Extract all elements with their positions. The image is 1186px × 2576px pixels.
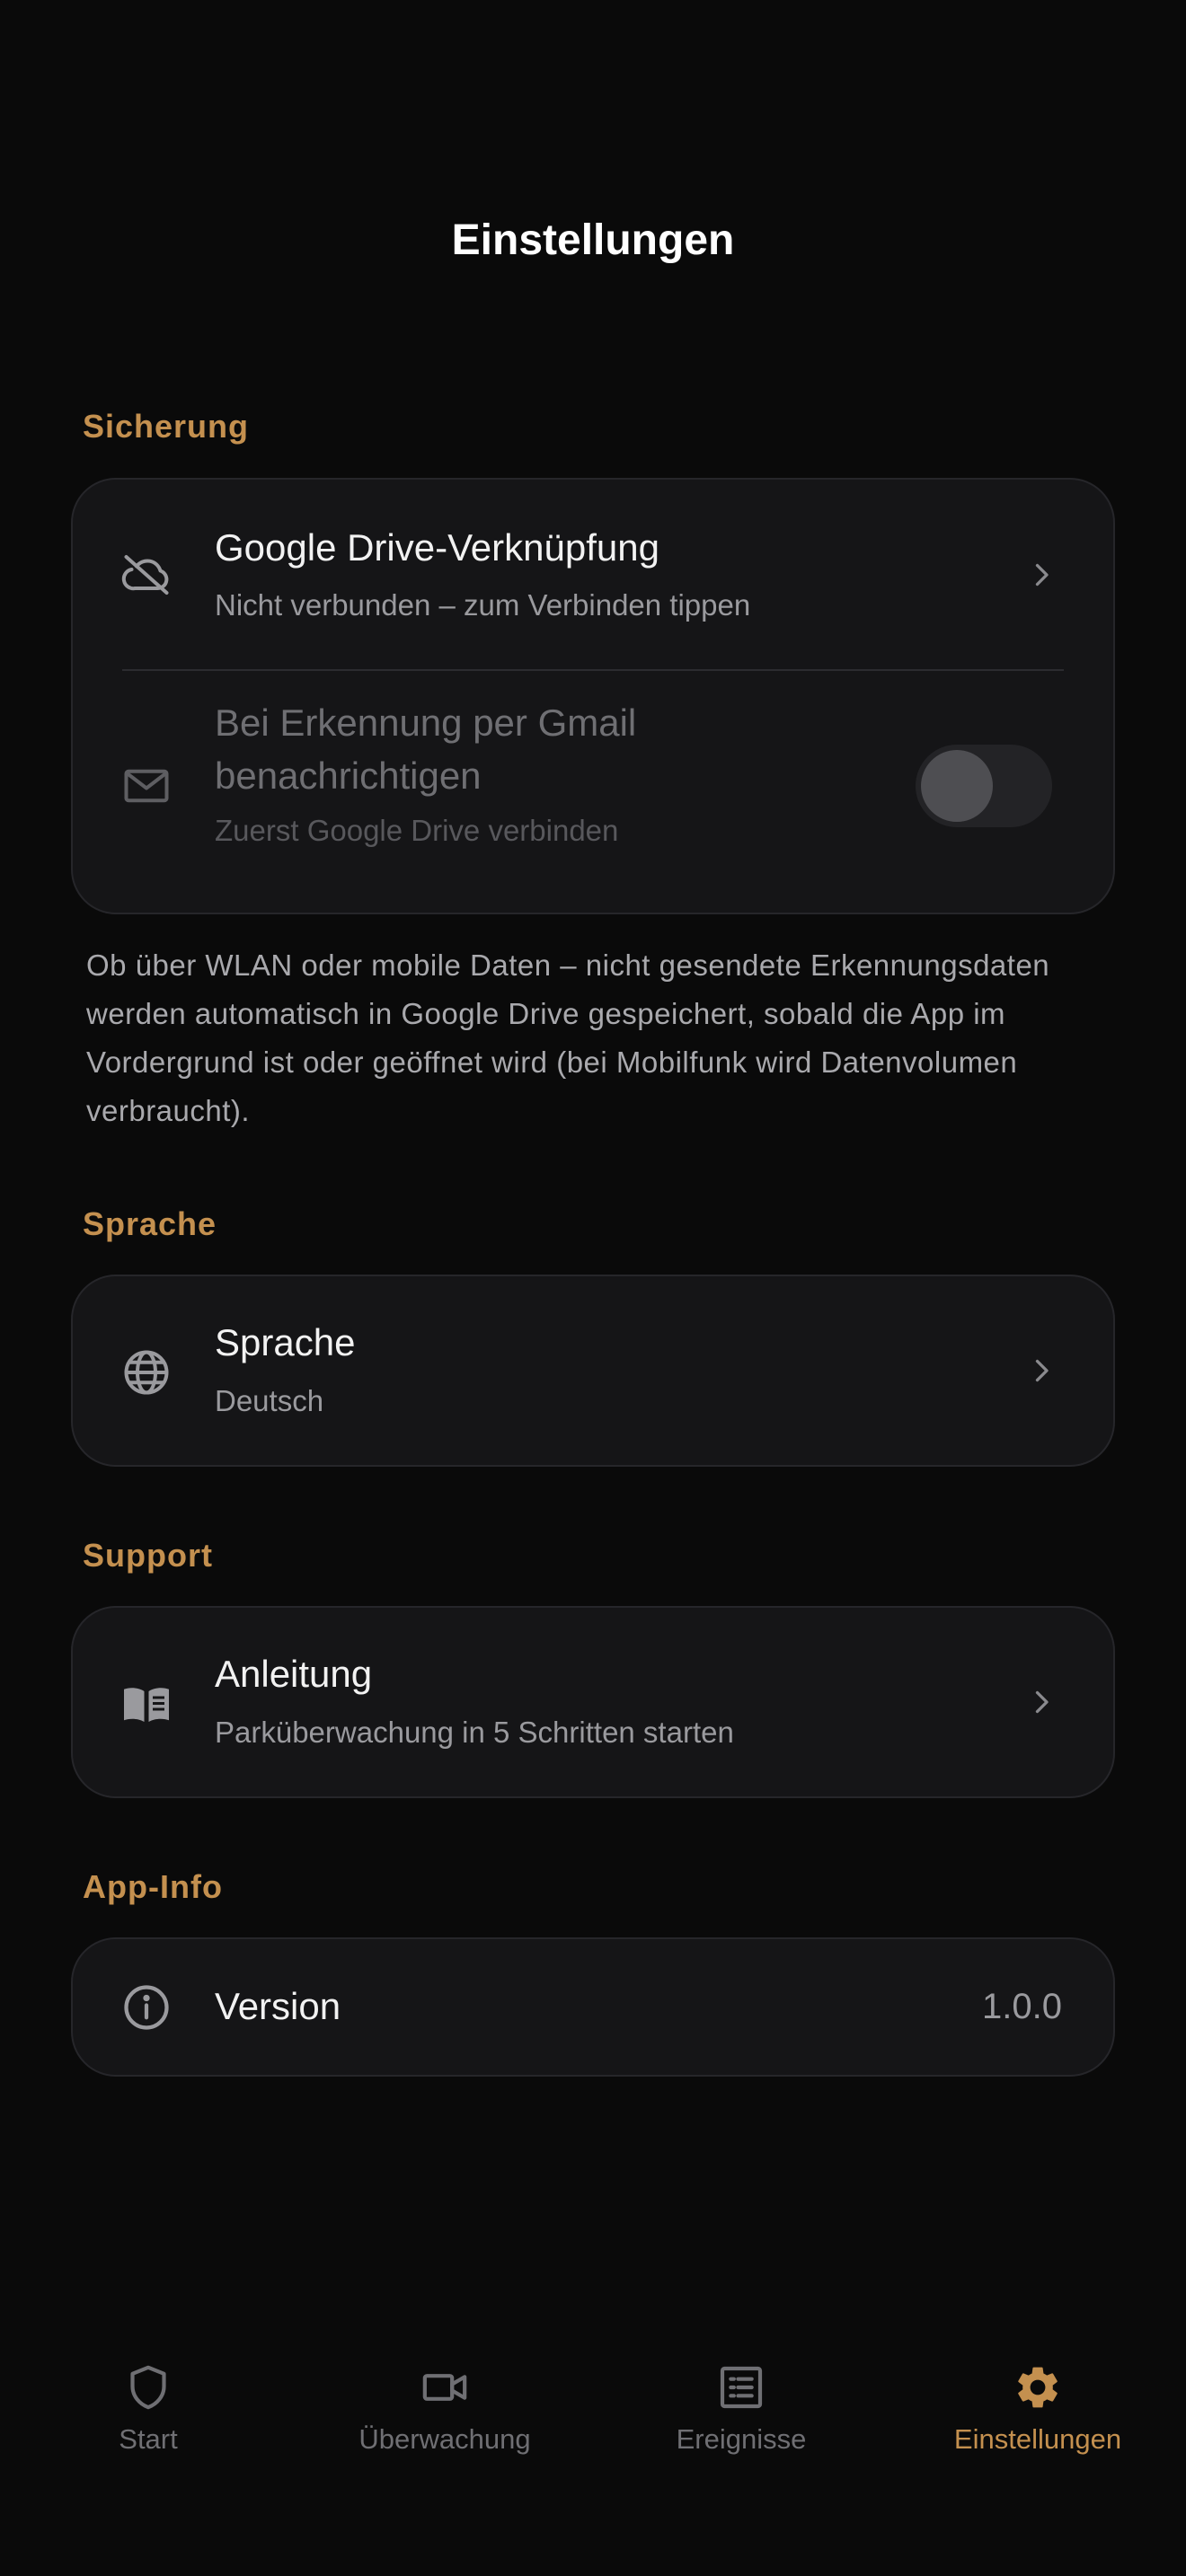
language-value: Deutsch: [215, 1384, 324, 1417]
gmail-notify-toggle[interactable]: [916, 745, 1052, 827]
gmail-notify-title-line1: Bei Erkennung per Gmail: [215, 701, 637, 744]
version-row: Version 1.0.0: [73, 1939, 1113, 2075]
list-icon: [716, 2362, 766, 2413]
tab-surveillance[interactable]: Überwachung: [296, 2335, 593, 2479]
chevron-right-icon: [1025, 559, 1058, 591]
toggle-knob: [921, 750, 993, 822]
mail-icon: [119, 759, 173, 813]
shield-icon: [123, 2362, 173, 2413]
globe-icon: [119, 1345, 173, 1399]
version-label: Version: [215, 1985, 341, 2027]
version-value: 1.0.0: [982, 1987, 1062, 2026]
gmail-notify-row: Bei Erkennung per Gmail benachrichtigen …: [73, 671, 1113, 914]
tab-settings[interactable]: Einstellungen: [890, 2335, 1186, 2479]
section-label-support: Support: [83, 1537, 213, 1574]
tab-start[interactable]: Start: [0, 2335, 296, 2479]
backup-info-text: Ob über WLAN oder mobile Daten – nicht g…: [86, 948, 1050, 1127]
video-camera-icon: [420, 2362, 470, 2413]
page-title: Einstellungen: [451, 216, 735, 264]
gear-icon: [1013, 2362, 1063, 2413]
section-label-backup: Sicherung: [83, 408, 250, 445]
chevron-right-icon: [1025, 1354, 1058, 1387]
language-card: Sprache Deutsch: [71, 1275, 1115, 1467]
language-title: Sprache: [215, 1321, 356, 1363]
google-drive-row[interactable]: Google Drive-Verknüpfung Nicht verbunden…: [73, 480, 1113, 670]
book-icon: [119, 1677, 173, 1731]
tab-label-surveillance: Überwachung: [358, 2423, 531, 2455]
tab-label-start: Start: [119, 2423, 178, 2455]
guide-subtitle: Parküberwachung in 5 Schritten starten: [215, 1716, 734, 1749]
cloud-off-icon: [119, 548, 173, 602]
tab-label-settings: Einstellungen: [953, 2423, 1122, 2455]
gmail-notify-title-line2: benachrichtigen: [215, 754, 482, 797]
guide-title: Anleitung: [215, 1653, 373, 1695]
support-card: Anleitung Parküberwachung in 5 Schritten…: [71, 1606, 1115, 1798]
section-label-language: Sprache: [83, 1205, 217, 1242]
language-row[interactable]: Sprache Deutsch: [73, 1276, 1113, 1465]
section-label-app-info: App-Info: [83, 1868, 223, 1905]
gmail-notify-hint: Zuerst Google Drive verbinden: [215, 814, 619, 847]
guide-row[interactable]: Anleitung Parküberwachung in 5 Schritten…: [73, 1608, 1113, 1796]
chevron-right-icon: [1025, 1686, 1058, 1718]
info-icon: [119, 1981, 173, 2034]
app-info-card: Version 1.0.0: [71, 1937, 1115, 2077]
backup-card: Google Drive-Verknüpfung Nicht verbunden…: [71, 478, 1115, 914]
bottom-tab-bar: Start Überwachung Ereignisse Einstellung…: [0, 2335, 1186, 2576]
tab-label-events: Ereignisse: [676, 2423, 807, 2455]
google-drive-title: Google Drive-Verknüpfung: [215, 526, 659, 569]
google-drive-status: Nicht verbunden – zum Verbinden tippen: [215, 588, 751, 622]
tab-events[interactable]: Ereignisse: [593, 2335, 890, 2479]
